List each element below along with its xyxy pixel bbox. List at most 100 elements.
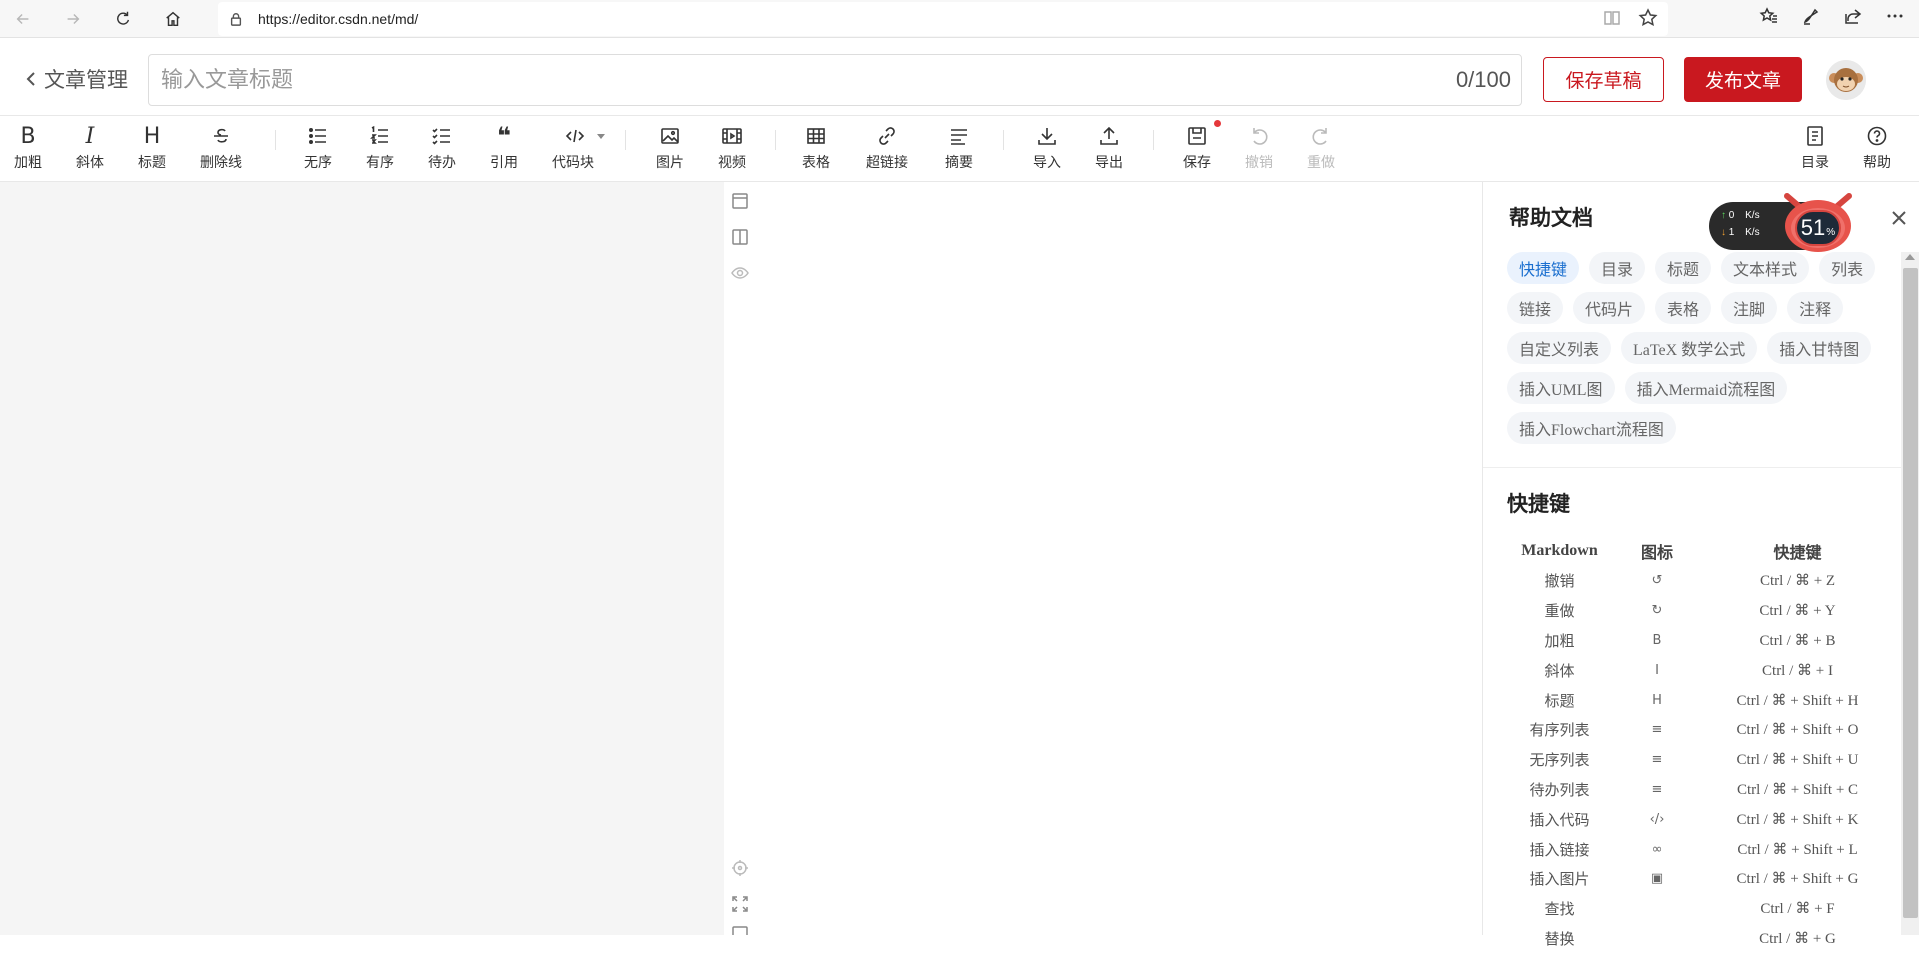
unsaved-dot: [1214, 120, 1221, 127]
url-text[interactable]: https://editor.csdn.net/md/: [258, 11, 418, 27]
help-button[interactable]: 帮助: [1863, 122, 1891, 172]
shortcut-action: 无序列表: [1529, 753, 1590, 770]
help-tag[interactable]: 注释: [1787, 292, 1844, 324]
download-icon: [1038, 128, 1056, 145]
share-icon[interactable]: [1843, 6, 1863, 30]
help-tag[interactable]: 插入Mermaid流程图: [1624, 372, 1788, 404]
scroll-up-arrow-icon[interactable]: [1905, 254, 1915, 260]
download-speed-value: 1: [1728, 227, 1735, 238]
editor-only-view-button[interactable]: [728, 189, 752, 213]
shortcut-icon: ≡: [1651, 752, 1663, 768]
code-block-button[interactable]: 代码块: [552, 122, 616, 172]
help-tag[interactable]: 代码片: [1573, 292, 1646, 324]
ordered-list-button[interactable]: 有序: [366, 122, 394, 172]
divider: [1483, 467, 1919, 468]
reload-button[interactable]: [108, 4, 138, 34]
help-topic-tags: 快捷键 目录 标题 文本样式 列表 链接 代码片 表格 注脚 注释 自定义列表 LaTeX 数学公式插…: [1507, 252, 1897, 444]
fullscreen-button[interactable]: [728, 892, 752, 916]
heading-button[interactable]: H 标题: [138, 122, 166, 172]
back-button[interactable]: [8, 4, 38, 34]
sync-scroll-button[interactable]: [728, 856, 752, 880]
hyperlink-button[interactable]: 超链接: [866, 122, 908, 172]
network-speed-widget[interactable]: ↑ 0 K/s ↓ 1 K/s 51%: [1709, 193, 1859, 252]
help-tag[interactable]: 表格: [1655, 292, 1712, 324]
upload-icon: [1100, 126, 1118, 145]
unordered-list-button[interactable]: 无序: [304, 122, 332, 172]
import-button[interactable]: 导入: [1033, 122, 1061, 172]
todo-list-button[interactable]: 待办: [428, 122, 456, 172]
split-view-button[interactable]: [728, 225, 752, 249]
bold-button[interactable]: B 加粗: [14, 122, 42, 172]
toc-button[interactable]: 目录: [1801, 122, 1829, 172]
refresh-icon: [117, 11, 130, 25]
quote-button[interactable]: ❝ 引用: [490, 122, 518, 172]
export-button[interactable]: 导出: [1095, 122, 1123, 172]
image-button[interactable]: 图片: [656, 122, 684, 172]
home-icon: [166, 11, 180, 27]
help-tag[interactable]: 快捷键: [1507, 252, 1580, 284]
home-button[interactable]: [158, 4, 188, 34]
toolbar-divider: [1153, 130, 1154, 150]
link-icon: [879, 127, 895, 145]
shortcut-icon: ▣: [1650, 871, 1664, 887]
table-button[interactable]: 表格: [802, 122, 830, 172]
help-tag[interactable]: 自定义列表: [1507, 332, 1612, 364]
eye-icon: [731, 267, 749, 279]
article-title-input[interactable]: [161, 67, 1456, 93]
help-tag[interactable]: LaTeX 数学公式: [1621, 332, 1758, 364]
shortcut-icon: ↻: [1651, 603, 1663, 619]
close-help-button[interactable]: [1889, 208, 1909, 228]
video-icon: [722, 128, 742, 144]
favorite-star-icon[interactable]: [1638, 8, 1658, 32]
shortcut-icon: ∞: [1651, 841, 1663, 857]
help-tag[interactable]: 插入UML图: [1507, 372, 1615, 404]
shortcut-icon: B: [1652, 632, 1662, 648]
pen-icon[interactable]: [1801, 6, 1821, 30]
video-button[interactable]: 视频: [718, 122, 746, 172]
more-view-button[interactable]: [728, 924, 752, 935]
help-tag[interactable]: 链接: [1507, 292, 1564, 324]
publish-button[interactable]: 发布文章: [1684, 57, 1802, 102]
ordered-list-icon: [370, 125, 388, 144]
save-button[interactable]: 保存: [1183, 122, 1211, 172]
help-tag[interactable]: 插入甘特图: [1767, 332, 1872, 364]
article-management-link[interactable]: 文章管理: [22, 64, 128, 94]
help-scrollbar[interactable]: [1901, 252, 1919, 935]
shortcut-icon: [1612, 894, 1702, 924]
undo-button[interactable]: 撤销: [1245, 122, 1273, 172]
help-tag[interactable]: 注脚: [1721, 292, 1778, 324]
help-tag[interactable]: 列表: [1819, 252, 1876, 284]
summary-button[interactable]: 摘要: [945, 122, 973, 172]
table-row: 标题 H Ctrl / ⌘ + Shift + H: [1507, 685, 1893, 715]
preview-view-button[interactable]: [728, 261, 752, 285]
bold-icon: B: [20, 123, 36, 149]
redo-button[interactable]: 重做: [1307, 122, 1335, 172]
editor-header: 文章管理 0/100 保存草稿 发布文章: [0, 38, 1919, 116]
title-input-box[interactable]: 0/100: [148, 54, 1522, 106]
shortcut-action: 斜体: [1544, 663, 1575, 680]
help-tag[interactable]: 目录: [1589, 252, 1646, 284]
italic-button[interactable]: I 斜体: [76, 122, 104, 172]
strikethrough-icon: [214, 128, 228, 143]
favorites-list-icon[interactable]: [1759, 6, 1779, 30]
strikethrough-button[interactable]: 删除线: [200, 122, 242, 172]
monkey-avatar-icon: [1826, 60, 1866, 100]
help-tag[interactable]: 标题: [1655, 252, 1712, 284]
avatar[interactable]: [1826, 60, 1866, 100]
markdown-editor-area[interactable]: [0, 182, 724, 935]
table-row: 查找 Ctrl / ⌘ + F: [1507, 894, 1893, 924]
help-tag[interactable]: 文本样式: [1721, 252, 1810, 284]
unordered-list-label: 无序: [304, 155, 332, 171]
scrollbar-thumb[interactable]: [1903, 268, 1918, 918]
reader-view-icon[interactable]: [1602, 8, 1622, 32]
chevron-down-icon[interactable]: [597, 133, 605, 139]
forward-button[interactable]: [58, 4, 88, 34]
import-label: 导入: [1033, 155, 1061, 171]
memory-usage-badge: 51%: [1795, 210, 1841, 246]
save-draft-button[interactable]: 保存草稿: [1543, 57, 1664, 102]
more-menu-icon[interactable]: [1885, 6, 1905, 30]
table-label: 表格: [802, 155, 830, 171]
address-bar[interactable]: https://editor.csdn.net/md/: [218, 2, 1668, 36]
layout-top-icon: [732, 193, 748, 209]
help-tag[interactable]: 插入Flowchart流程图: [1507, 412, 1676, 444]
